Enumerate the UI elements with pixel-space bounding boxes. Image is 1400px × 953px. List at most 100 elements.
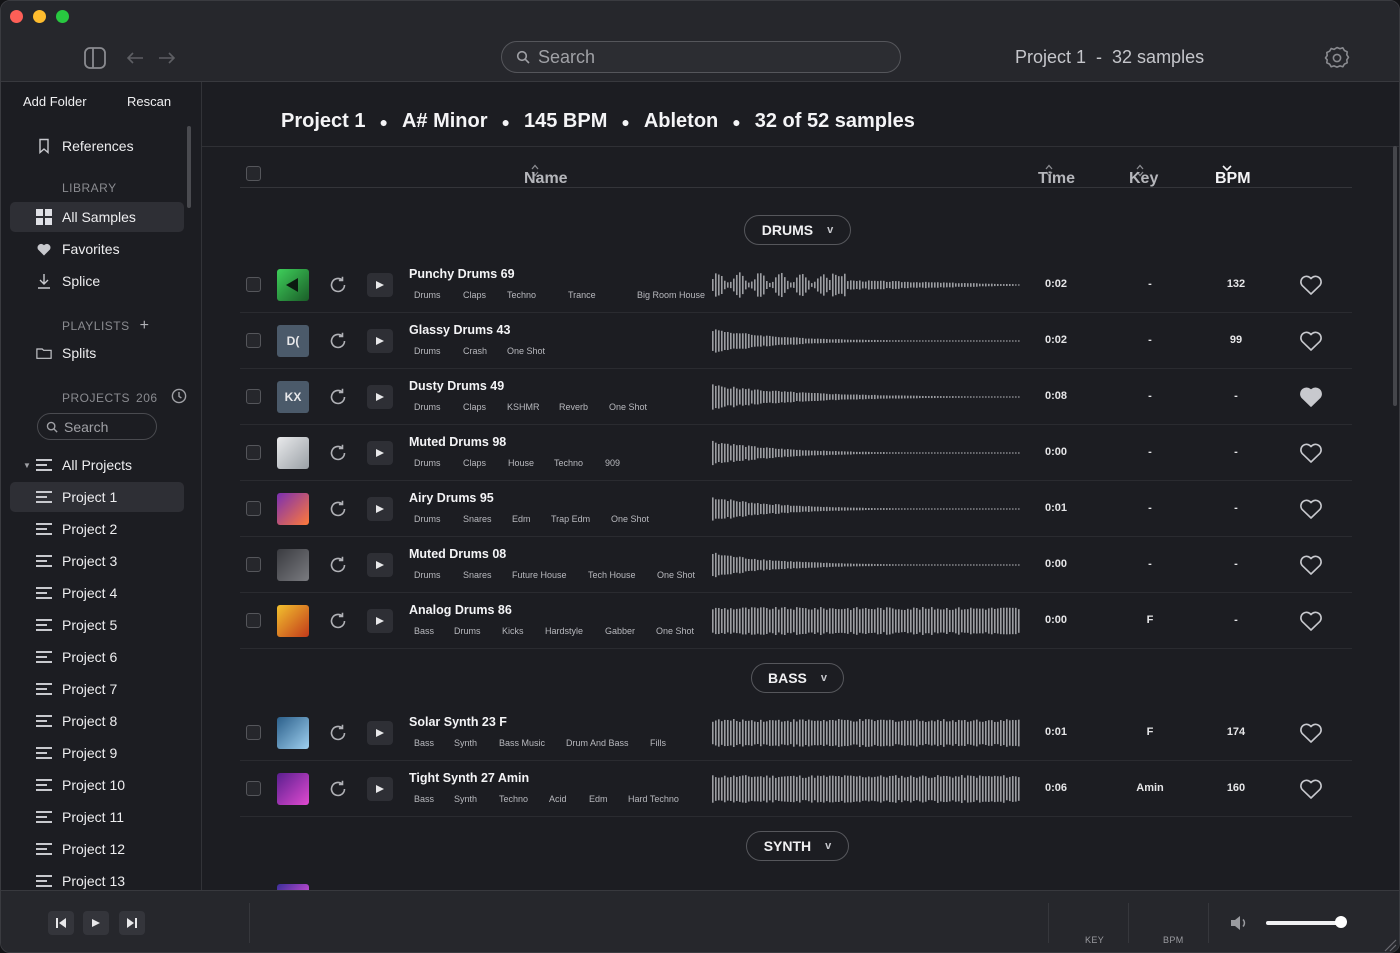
sidebar-item-project[interactable]: Project 2: [10, 514, 184, 544]
tag[interactable]: Drums: [414, 290, 441, 300]
sample-row[interactable]: Punchy Drums 69 Drums Claps Techno Trance Big…: [240, 257, 1352, 313]
sample-name[interactable]: Muted Drums 08: [409, 547, 506, 561]
sample-name[interactable]: Airy Drums 95: [409, 491, 494, 505]
volume-icon[interactable]: [1230, 914, 1250, 937]
group-toggle[interactable]: SYNTH v: [746, 831, 849, 861]
add-folder-button[interactable]: Add Folder: [23, 94, 87, 109]
tag[interactable]: Drums: [454, 626, 481, 636]
play-sample-button[interactable]: [367, 441, 393, 465]
waveform[interactable]: [712, 381, 1022, 413]
loop-icon[interactable]: [327, 442, 349, 464]
loop-icon[interactable]: [327, 330, 349, 352]
column-time[interactable]: Time: [1038, 164, 1075, 187]
favorite-heart-icon[interactable]: [1299, 386, 1323, 408]
sidebar-item-project[interactable]: Project 5: [10, 610, 184, 640]
arrow-left-icon[interactable]: [123, 33, 147, 82]
waveform[interactable]: [712, 437, 1022, 469]
waveform[interactable]: [712, 325, 1022, 357]
row-checkbox[interactable]: [246, 501, 261, 516]
volume-slider-knob[interactable]: [1335, 916, 1347, 928]
sidebar-item-project[interactable]: Project 4: [10, 578, 184, 608]
sidebar-item-project[interactable]: Project 9: [10, 738, 184, 768]
favorite-heart-icon[interactable]: [1299, 498, 1323, 520]
sidebar-item-project[interactable]: Project 1: [10, 482, 184, 512]
waveform[interactable]: [712, 605, 1022, 637]
sidebar-item-project[interactable]: Project 7: [10, 674, 184, 704]
loop-icon[interactable]: [327, 386, 349, 408]
tag[interactable]: Hard Techno: [628, 794, 679, 804]
tag[interactable]: Trance: [568, 290, 596, 300]
disclosure-triangle-icon[interactable]: ▼: [23, 461, 31, 470]
column-bpm[interactable]: BPM: [1215, 164, 1251, 187]
loop-icon[interactable]: [327, 778, 349, 800]
sample-row[interactable]: Analog Drums 86 Bass Drums Kicks Hardstyle Ga…: [240, 593, 1352, 649]
sidebar-scrollbar[interactable]: [187, 126, 191, 208]
play-button[interactable]: [83, 911, 109, 935]
row-checkbox[interactable]: [246, 389, 261, 404]
play-sample-button[interactable]: [367, 385, 393, 409]
favorite-heart-icon[interactable]: [1299, 554, 1323, 576]
tag[interactable]: Edm: [512, 514, 531, 524]
tag[interactable]: Drum And Bass: [566, 738, 629, 748]
tag[interactable]: Bass Music: [499, 738, 545, 748]
tag[interactable]: Drums: [414, 514, 441, 524]
row-checkbox[interactable]: [246, 613, 261, 628]
projects-search-input[interactable]: [64, 418, 144, 435]
tag[interactable]: Bass: [414, 626, 434, 636]
tag[interactable]: Drums: [414, 570, 441, 580]
sidebar-item-project[interactable]: Project 6: [10, 642, 184, 672]
sidebar-item-project[interactable]: Project 8: [10, 706, 184, 736]
tag[interactable]: One Shot: [656, 626, 694, 636]
favorite-heart-icon[interactable]: [1299, 778, 1323, 800]
sample-row[interactable]: Muted Drums 08 Drums Snares Future House Tec…: [240, 537, 1352, 593]
sample-name[interactable]: Tight Synth 27 Amin: [409, 771, 529, 785]
tag[interactable]: Tech House: [588, 570, 636, 580]
waveform[interactable]: [712, 269, 1022, 301]
tag[interactable]: One Shot: [609, 402, 647, 412]
volume-slider-track[interactable]: [1266, 921, 1342, 925]
sample-name[interactable]: Analog Drums 86: [409, 603, 512, 617]
sidebar-item-all-samples[interactable]: All Samples: [10, 202, 184, 232]
sidebar-item-splice[interactable]: Splice: [10, 266, 184, 296]
play-sample-button[interactable]: [367, 553, 393, 577]
row-checkbox[interactable]: [246, 725, 261, 740]
row-checkbox[interactable]: [246, 277, 261, 292]
sample-name[interactable]: Muted Drums 98: [409, 435, 506, 449]
settings-gear-icon[interactable]: [1323, 33, 1351, 82]
favorite-heart-icon[interactable]: [1299, 722, 1323, 744]
tag[interactable]: Drums: [414, 346, 441, 356]
row-checkbox[interactable]: [246, 333, 261, 348]
select-all-checkbox[interactable]: [246, 166, 261, 181]
waveform[interactable]: [712, 493, 1022, 525]
sample-name[interactable]: Solar Synth 23 F: [409, 715, 507, 729]
column-key[interactable]: Key: [1129, 164, 1158, 187]
sample-name[interactable]: Dusty Drums 49: [409, 379, 504, 393]
sample-row[interactable]: KX Dusty Drums 49 Drums Claps KSHMR Reverb One…: [240, 369, 1352, 425]
sample-name[interactable]: Punchy Drums 69: [409, 267, 515, 281]
tag[interactable]: Drums: [414, 458, 441, 468]
sample-row[interactable]: Solar Synth 23 F Bass Synth Bass Music Drum …: [240, 705, 1352, 761]
loop-icon[interactable]: [327, 554, 349, 576]
favorite-heart-icon[interactable]: [1299, 442, 1323, 464]
row-checkbox[interactable]: [246, 557, 261, 572]
arrow-right-icon[interactable]: [155, 33, 179, 82]
waveform[interactable]: [712, 549, 1022, 581]
tag[interactable]: Edm: [589, 794, 608, 804]
row-checkbox[interactable]: [246, 445, 261, 460]
loop-icon[interactable]: [327, 498, 349, 520]
favorite-heart-icon[interactable]: [1299, 274, 1323, 296]
tag[interactable]: One Shot: [657, 570, 695, 580]
add-playlist-icon[interactable]: +: [140, 317, 150, 335]
sidebar-item-favorites[interactable]: Favorites: [10, 234, 184, 264]
play-sample-button[interactable]: [367, 609, 393, 633]
tag[interactable]: Claps: [463, 458, 486, 468]
loop-icon[interactable]: [327, 274, 349, 296]
sidebar-item-project[interactable]: Project 13: [10, 866, 184, 890]
history-clock-icon[interactable]: [171, 388, 187, 407]
tag[interactable]: Fills: [650, 738, 666, 748]
sidebar-item-project[interactable]: Project 12: [10, 834, 184, 864]
tag[interactable]: Hardstyle: [545, 626, 583, 636]
tag[interactable]: Trap Edm: [551, 514, 590, 524]
sample-row[interactable]: D(Glassy Drums 43 Drums Crash One Shot 0:02 -…: [240, 313, 1352, 369]
tag[interactable]: Bass: [414, 738, 434, 748]
